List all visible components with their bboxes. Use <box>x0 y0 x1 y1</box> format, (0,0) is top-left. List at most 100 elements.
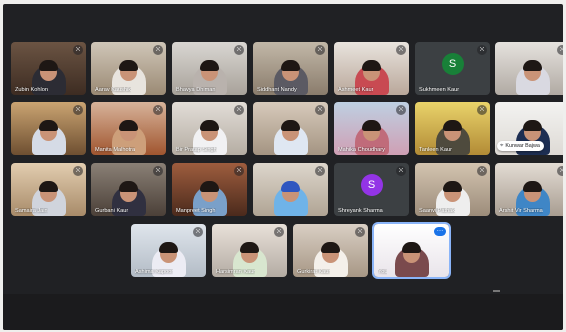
participant-tile[interactable]: ⛌ Ashima Kapoor <box>131 224 206 277</box>
participant-tile[interactable]: ⛌ <box>253 102 328 155</box>
mic-off-icon: ⛌ <box>153 45 163 55</box>
mic-off-icon: ⛌ <box>396 166 406 176</box>
participant-tile[interactable]: ⛌ Bir Pratap Singh <box>172 102 247 155</box>
participant-hair <box>362 120 381 131</box>
mic-off-icon: ⛌ <box>557 166 563 176</box>
participant-hair <box>119 120 138 131</box>
participant-name: Samaira Jain <box>15 208 48 214</box>
pin-chip-label: Kunwar Bajwa <box>505 143 540 149</box>
participant-tile[interactable]: ⛌ Bhavya Dhiman <box>172 42 247 95</box>
participant-name: Arshit Vir Sharma <box>499 208 543 214</box>
participant-hair <box>200 181 219 192</box>
participant-tile[interactable]: ⛌ Aarav Kaushik <box>91 42 166 95</box>
mic-off-icon: ⛌ <box>234 45 244 55</box>
participant-hair <box>362 60 381 71</box>
participant-tile[interactable]: ⛌ Harsimran Kaur <box>212 224 287 277</box>
mic-off-icon: ⛌ <box>153 105 163 115</box>
participant-name: Ashima Kapoor <box>135 269 174 275</box>
participant-name: Manpreet Singh <box>176 208 216 214</box>
participant-tile[interactable]: ⛌ Siddhant Nandy <box>253 42 328 95</box>
participant-name: Bhavya Dhiman <box>176 87 216 93</box>
mic-off-icon: ⛌ <box>355 227 365 237</box>
mic-off-icon: ⛌ <box>315 45 325 55</box>
participant-hair <box>39 120 58 131</box>
participant-hair <box>159 242 178 253</box>
participant-hair <box>523 60 542 71</box>
participant-name: Ashmeet Kaur <box>338 87 374 93</box>
participant-tile[interactable]: S ⛌ Sukhmeen Kaur <box>415 42 490 95</box>
participant-tile[interactable]: ⛌ Manita Malhotra <box>91 102 166 155</box>
participant-tile[interactable]: ⛌ Zubin Kohlon <box>11 42 86 95</box>
mic-off-icon: ⛌ <box>73 166 83 176</box>
scroll-indicator <box>493 290 500 292</box>
mic-off-icon: ⛌ <box>396 45 406 55</box>
participant-tile[interactable]: ⛌ Saanvi Pathak <box>415 163 490 216</box>
participant-tile[interactable]: ⛌ <box>11 102 86 155</box>
mic-off-icon: ⛌ <box>396 105 406 115</box>
participant-name: Mahika Choudhary <box>338 147 385 153</box>
video-feed <box>495 42 563 95</box>
participant-hair <box>523 181 542 192</box>
participant-tile[interactable]: ⛌ Samaira Jain <box>11 163 86 216</box>
participant-name: Siddhant Nandy <box>257 87 297 93</box>
participant-name: You <box>378 269 388 275</box>
participant-name: Gurkirat Kaur <box>297 269 331 275</box>
mic-off-icon: ⛌ <box>193 227 203 237</box>
participant-name: Saanvi Pathak <box>419 208 456 214</box>
participant-tile[interactable]: ⛌ Arshit Vir Sharma <box>495 163 563 216</box>
pin-icon: ⌖ <box>500 143 504 149</box>
participant-tile[interactable]: ⛌ <box>495 42 563 95</box>
mic-off-icon: ⛌ <box>73 45 83 55</box>
participant-hair <box>39 60 58 71</box>
avatar: S <box>441 53 464 75</box>
participant-name: Bir Pratap Singh <box>176 147 217 153</box>
participant-hair <box>281 60 300 71</box>
participant-name: Manita Malhotra <box>95 147 136 153</box>
participant-tile[interactable]: ⛌ Manpreet Singh <box>172 163 247 216</box>
participant-hair <box>240 242 259 253</box>
avatar: S <box>360 174 383 196</box>
more-options-icon[interactable]: … <box>434 226 446 236</box>
pin-participant-chip[interactable]: ⌖ Kunwar Bajwa <box>497 141 544 151</box>
participant-hair <box>402 242 421 253</box>
participant-name: Shreyank Sharma <box>338 208 383 214</box>
participant-tile[interactable]: ⛌ <box>253 163 328 216</box>
participant-hair <box>200 60 219 71</box>
mic-off-icon: ⛌ <box>315 166 325 176</box>
participant-hair <box>443 120 462 131</box>
mic-off-icon: ⛌ <box>274 227 284 237</box>
participant-tile[interactable]: S ⛌ Shreyank Sharma <box>334 163 409 216</box>
participant-hair <box>119 181 138 192</box>
participant-hair <box>321 242 340 253</box>
participant-tile[interactable]: ⛌ Ashmeet Kaur <box>334 42 409 95</box>
participant-tile[interactable]: ⌖ Kunwar Bajwa <box>495 102 563 155</box>
participant-tile[interactable]: ⛌ Tanleen Kaur <box>415 102 490 155</box>
participant-hair <box>281 120 300 131</box>
participant-hair <box>39 181 58 192</box>
mic-off-icon: ⛌ <box>477 105 487 115</box>
participant-name: Zubin Kohlon <box>15 87 48 93</box>
participant-hair <box>523 120 542 131</box>
meeting-stage: ⛌ Zubin Kohlon ⛌ Aarav Kaushik ⛌ Bhavya Dhima… <box>3 4 563 330</box>
participant-tile[interactable]: ⛌ Gurkirat Kaur <box>293 224 368 277</box>
participant-hair <box>443 181 462 192</box>
meeting-toolbar <box>3 294 563 330</box>
participant-name: Aarav Kaushik <box>95 87 132 93</box>
participant-hair <box>200 120 219 131</box>
mic-off-icon: ⛌ <box>234 166 244 176</box>
mic-off-icon: ⛌ <box>234 105 244 115</box>
mic-off-icon: ⛌ <box>315 105 325 115</box>
participant-name: Harsimran Kaur <box>216 269 256 275</box>
participant-tile[interactable]: ⛌ Gurbani Kaur <box>91 163 166 216</box>
participant-name: Gurbani Kaur <box>95 208 129 214</box>
mic-off-icon: ⛌ <box>477 45 487 55</box>
participant-name: Sukhmeen Kaur <box>419 87 460 93</box>
participant-name: Tanleen Kaur <box>419 147 452 153</box>
self-video-tile[interactable]: … You <box>374 224 449 277</box>
mic-off-icon: ⛌ <box>477 166 487 176</box>
participant-hair <box>281 181 300 192</box>
participant-hair <box>119 60 138 71</box>
participant-tile[interactable]: ⛌ Mahika Choudhary <box>334 102 409 155</box>
mic-off-icon: ⛌ <box>557 45 563 55</box>
mic-off-icon: ⛌ <box>73 105 83 115</box>
